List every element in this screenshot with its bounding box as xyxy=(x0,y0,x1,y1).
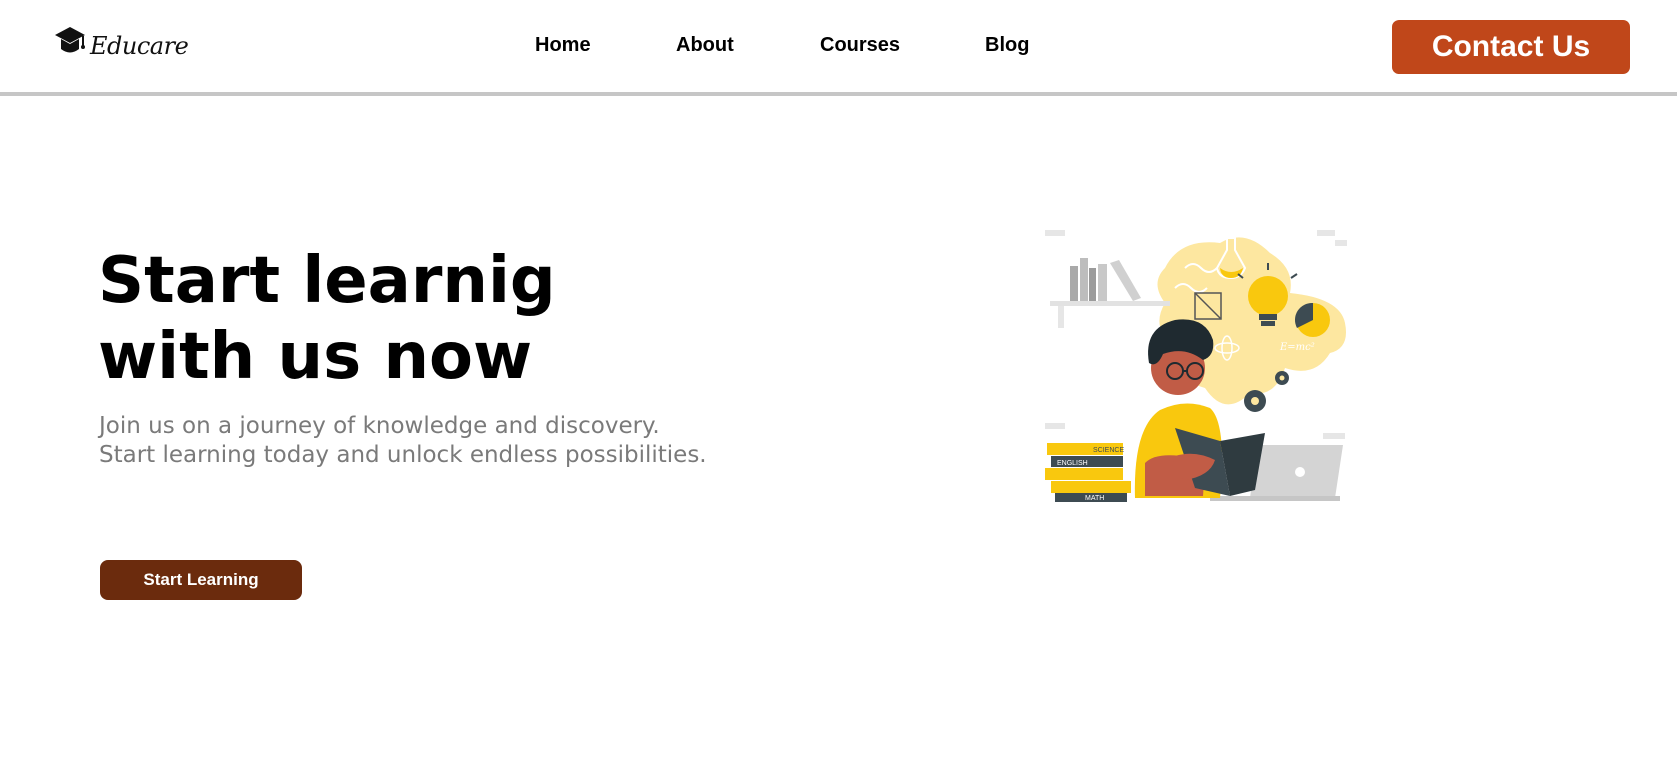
hero-title: Start learnig with us now xyxy=(98,243,798,395)
nav-link-courses[interactable]: Courses xyxy=(820,34,900,57)
book-label-math: MATH xyxy=(1085,495,1104,502)
book-label-english: ENGLISH xyxy=(1057,460,1088,467)
contact-us-button[interactable]: Contact Us xyxy=(1392,20,1630,74)
nav-link-blog[interactable]: Blog xyxy=(985,34,1029,57)
hero-title-line-2: with us now xyxy=(98,320,533,394)
hero-title-line-1: Start learnig xyxy=(98,244,556,318)
student-reading-illustration: SCIENCE ENGLISH MATH E=mc² xyxy=(1045,230,1347,502)
nav-link-home[interactable]: Home xyxy=(535,34,591,57)
formula-text: E=mc² xyxy=(1279,342,1315,353)
nav-link-about[interactable]: About xyxy=(676,34,734,57)
navbar: Educare Home About Courses Blog Contact … xyxy=(0,0,1677,96)
book-label-science: SCIENCE xyxy=(1093,447,1124,454)
hero-description: Join us on a journey of knowledge and di… xyxy=(99,413,707,468)
start-learning-button[interactable]: Start Learning xyxy=(100,560,302,600)
